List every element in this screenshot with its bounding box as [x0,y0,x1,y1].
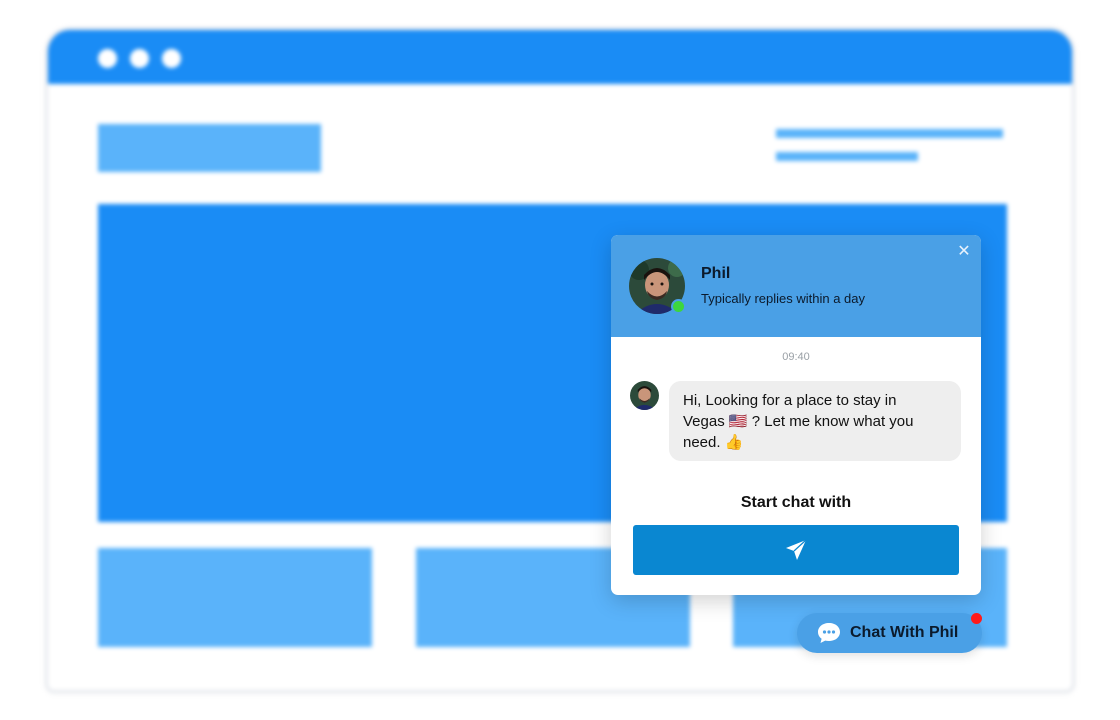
message-line: Hi, Looking for a place to stay in [683,392,897,409]
window-dot [130,49,149,68]
agent-reply-time: Typically replies within a day [701,291,866,306]
chat-header: Phil Typically replies within a day ✕ [611,235,981,337]
placeholder-nav-line [776,152,918,161]
agent-avatar-small [630,381,659,410]
notification-dot [971,613,982,624]
window-dot [98,49,117,68]
start-chat-label: Start chat with [740,494,852,511]
placeholder-nav-line [776,129,1003,138]
agent-name: Phil [701,265,731,282]
start-chat-button[interactable] [633,525,959,575]
online-status-indicator [671,299,686,314]
chat-widget-panel: Phil Typically replies within a day ✕ 09… [611,235,981,595]
chat-launcher-label: Chat With Phil [850,624,959,641]
stage: Phil Typically replies within a day ✕ 09… [0,0,1120,720]
send-arrow-icon [786,539,807,560]
window-dot [162,49,181,68]
browser-title-bar [48,30,1072,84]
close-icon[interactable]: ✕ [955,243,973,261]
chat-bubble-icon [818,623,840,643]
message-timestamp: 09:40 [782,351,810,363]
placeholder-card [98,548,372,647]
message-line: Vegas 🇺🇸 ? Let me know what you [683,413,914,430]
chat-launcher-button[interactable]: Chat With Phil [797,613,982,653]
placeholder-logo-block [98,124,321,172]
message-line: need. 👍 [683,434,744,451]
agent-message-bubble: Hi, Looking for a place to stay in Vegas… [669,381,961,461]
